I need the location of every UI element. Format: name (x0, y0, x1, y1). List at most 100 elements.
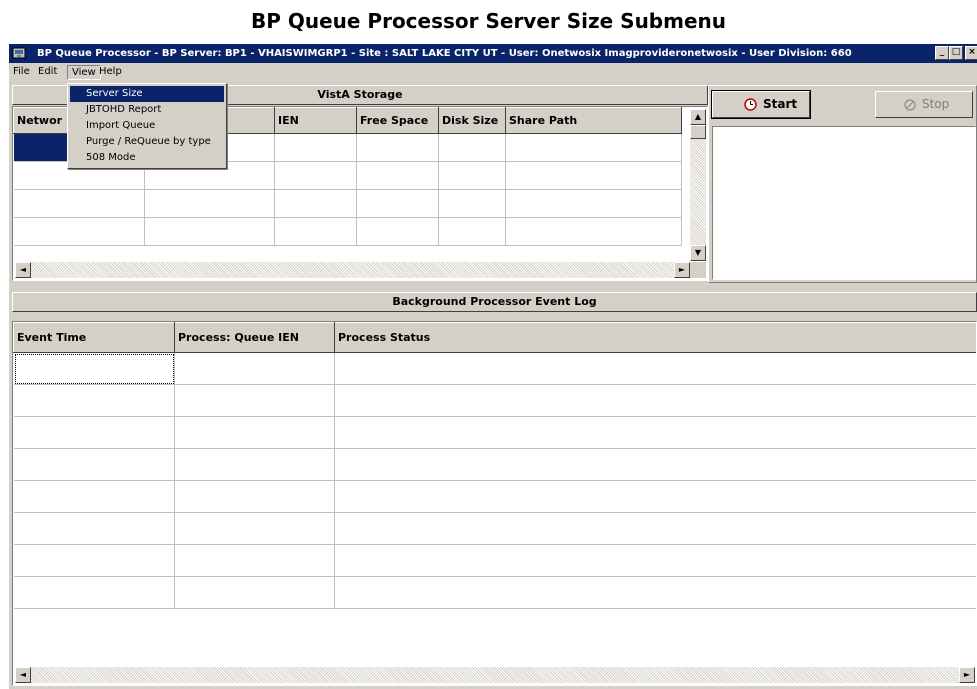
table-cell[interactable] (438, 133, 506, 162)
table-cell[interactable] (505, 133, 682, 162)
table-cell[interactable] (13, 384, 175, 417)
menu-help[interactable]: Help (95, 63, 126, 81)
table-cell[interactable] (174, 576, 335, 609)
table-cell[interactable] (356, 217, 439, 246)
menu-item-server-size[interactable]: Server Size (70, 86, 224, 102)
menu-item-import-queue[interactable]: Import Queue (70, 118, 224, 134)
col-process-queue-ien[interactable]: Process: Queue IEN (174, 322, 335, 353)
table-cell[interactable] (144, 189, 275, 218)
table-cell[interactable] (334, 544, 976, 577)
table-row[interactable] (13, 448, 976, 481)
table-cell[interactable] (356, 133, 439, 162)
table-cell[interactable] (174, 352, 335, 385)
table-cell[interactable] (438, 217, 506, 246)
table-row[interactable] (13, 217, 682, 246)
table-cell[interactable] (505, 161, 682, 190)
col-disk-size[interactable]: Disk Size (438, 107, 506, 134)
col-process-status[interactable]: Process Status (334, 322, 976, 353)
table-cell[interactable] (334, 480, 976, 513)
table-cell[interactable] (174, 448, 335, 481)
scroll-right-icon[interactable]: ► (674, 262, 690, 278)
table-cell[interactable] (13, 512, 175, 545)
menu-bar: File Edit View Help (9, 63, 977, 81)
table-cell[interactable] (174, 480, 335, 513)
stop-button-label: Stop (922, 97, 950, 111)
scroll-left-icon[interactable]: ◄ (15, 262, 31, 278)
table-cell[interactable] (334, 384, 976, 417)
status-area (712, 126, 976, 280)
title-bar[interactable]: BP Queue Processor - BP Server: BP1 - VH… (9, 44, 977, 63)
maximize-button[interactable]: □ (949, 46, 963, 60)
table-cell[interactable] (274, 189, 357, 218)
start-button[interactable]: Start (711, 90, 811, 119)
stop-icon (904, 99, 916, 111)
table-cell[interactable] (144, 217, 275, 246)
menu-item-purge-requeue[interactable]: Purge / ReQueue by type (70, 134, 224, 150)
clock-start-icon (744, 98, 757, 111)
table-row[interactable] (13, 416, 976, 449)
table-cell[interactable] (174, 384, 335, 417)
table-row[interactable] (13, 384, 976, 417)
table-cell[interactable] (13, 189, 145, 218)
stop-button[interactable]: Stop (875, 91, 973, 118)
table-cell[interactable] (174, 416, 335, 449)
event-log-header-row: Event Time Process: Queue IEN Process St… (13, 322, 976, 353)
table-row[interactable] (13, 352, 976, 385)
table-row[interactable] (13, 189, 682, 218)
table-cell[interactable] (13, 416, 175, 449)
table-cell[interactable] (174, 512, 335, 545)
scroll-up-icon[interactable]: ▲ (690, 109, 706, 125)
controls-panel: Start Stop (708, 85, 977, 283)
table-cell[interactable] (356, 161, 439, 190)
table-cell[interactable] (13, 480, 175, 513)
start-button-label: Start (763, 97, 798, 111)
table-cell[interactable] (274, 161, 357, 190)
table-row[interactable] (13, 544, 976, 577)
storage-hscroll[interactable] (15, 262, 690, 278)
table-row[interactable] (13, 512, 976, 545)
view-menu-dropdown: Server Size JBTOHD Report Import Queue P… (67, 83, 227, 169)
table-cell[interactable] (274, 217, 357, 246)
scroll-down-icon[interactable]: ▼ (690, 245, 706, 261)
table-cell[interactable] (438, 161, 506, 190)
scroll-corner (690, 262, 706, 278)
table-cell[interactable] (505, 217, 682, 246)
table-cell-focused[interactable] (13, 352, 175, 385)
menu-file[interactable]: File (9, 63, 34, 81)
table-cell[interactable] (334, 416, 976, 449)
minimize-button[interactable]: _ (935, 46, 949, 60)
window-title: BP Queue Processor - BP Server: BP1 - VH… (37, 48, 852, 59)
table-cell[interactable] (334, 448, 976, 481)
storage-vscroll-thumb[interactable] (690, 125, 706, 139)
menu-edit[interactable]: Edit (34, 63, 61, 81)
page-caption: BP Queue Processor Server Size Submenu (250, 9, 727, 33)
table-cell[interactable] (334, 512, 976, 545)
table-row[interactable] (13, 480, 976, 513)
col-ien[interactable]: IEN (274, 107, 357, 134)
scroll-right-icon[interactable]: ► (959, 667, 975, 683)
table-cell[interactable] (334, 352, 976, 385)
menu-item-508-mode[interactable]: 508 Mode (70, 150, 224, 166)
table-row[interactable] (13, 576, 976, 609)
table-cell[interactable] (13, 448, 175, 481)
event-log-hscroll[interactable] (15, 667, 973, 683)
table-cell[interactable] (505, 189, 682, 218)
table-cell[interactable] (334, 576, 976, 609)
table-cell[interactable] (356, 189, 439, 218)
close-icon: × (968, 47, 976, 57)
table-cell[interactable] (13, 544, 175, 577)
maximize-icon: □ (951, 47, 961, 57)
menu-item-jbtohd-report[interactable]: JBTOHD Report (70, 102, 224, 118)
table-cell[interactable] (13, 217, 145, 246)
scroll-left-icon[interactable]: ◄ (15, 667, 31, 683)
table-cell[interactable] (13, 576, 175, 609)
col-event-time[interactable]: Event Time (13, 322, 175, 353)
close-button[interactable]: × (965, 46, 977, 60)
table-cell[interactable] (438, 189, 506, 218)
table-cell[interactable] (274, 133, 357, 162)
event-log-title: Background Processor Event Log (12, 292, 977, 312)
col-free-space[interactable]: Free Space (356, 107, 439, 134)
table-cell[interactable] (174, 544, 335, 577)
col-share-path[interactable]: Share Path (505, 107, 682, 134)
event-log-grid: Event Time Process: Queue IEN Process St… (12, 321, 977, 686)
